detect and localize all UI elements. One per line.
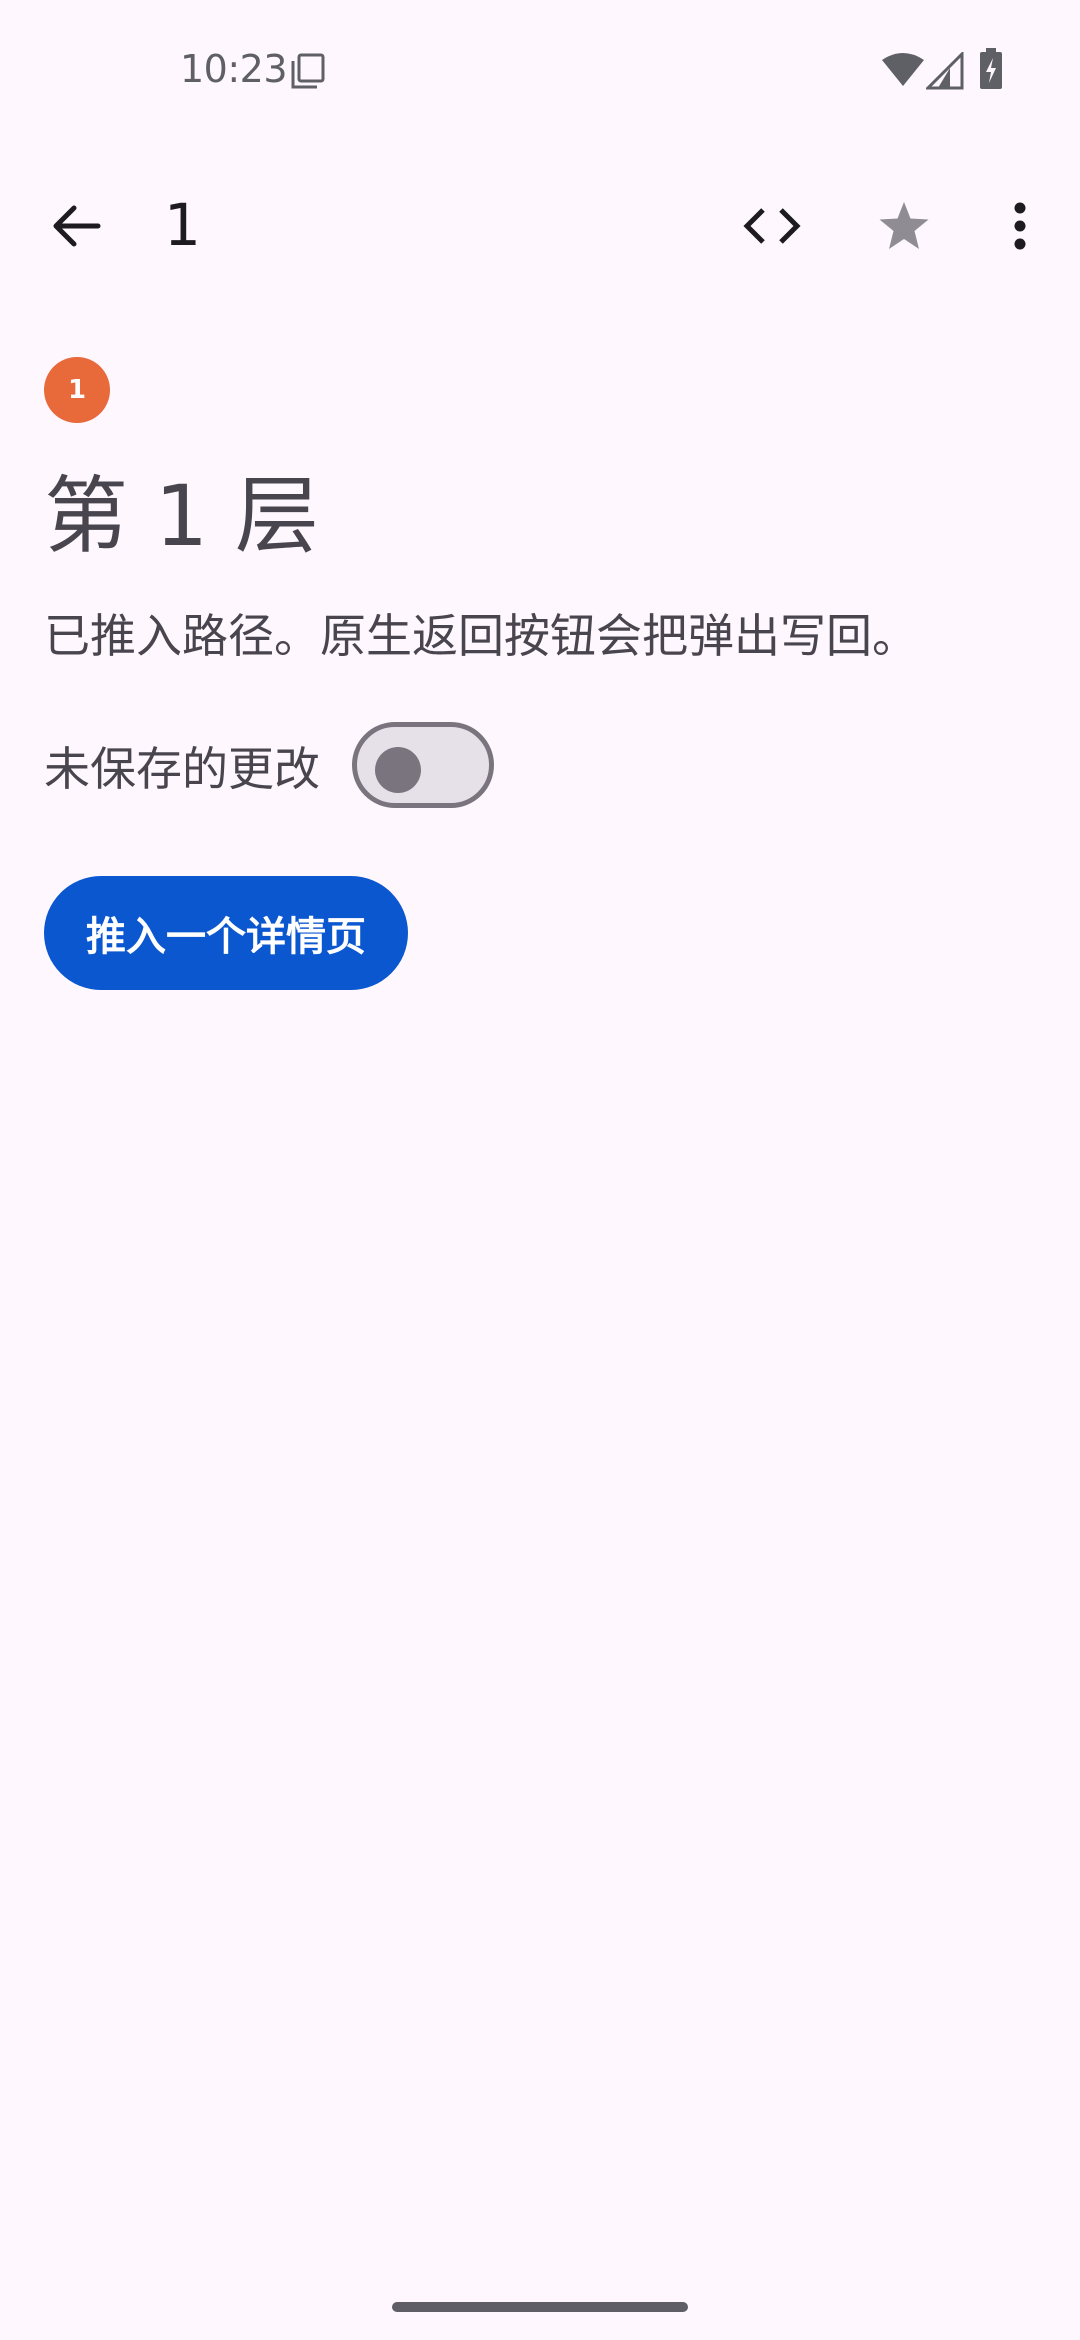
app-title: 1 (164, 191, 201, 259)
gesture-navigation-bar[interactable] (392, 2302, 688, 2312)
battery-charging-icon (980, 48, 1002, 89)
unsaved-changes-label: 未保存的更改 (44, 742, 320, 796)
signal-icon (926, 52, 964, 90)
code-button[interactable] (732, 186, 812, 266)
code-icon (743, 208, 801, 244)
more-vert-icon (1014, 202, 1026, 250)
push-detail-button[interactable]: 推入一个详情页 (44, 876, 408, 990)
back-arrow-icon (53, 205, 101, 247)
unsaved-changes-switch[interactable] (352, 722, 494, 808)
level-heading: 第 1 层 (44, 467, 319, 565)
screen: 10:23 1 1 第 1 层 已推入路径。原生返回按钮会把弹出写回。 未保存的… (0, 0, 1080, 2340)
top-app-bar: 1 (0, 160, 1080, 290)
status-time: 10:23 (180, 47, 288, 91)
star-icon (879, 202, 929, 249)
back-button[interactable] (36, 186, 116, 266)
switch-thumb (375, 747, 421, 793)
description-text: 已推入路径。原生返回按钮会把弹出写回。 (44, 609, 918, 663)
wifi-icon (882, 53, 924, 86)
favorite-button[interactable] (864, 186, 944, 266)
copy-icon (291, 53, 325, 89)
more-options-button[interactable] (980, 186, 1060, 266)
level-badge: 1 (44, 357, 110, 423)
status-bar: 10:23 (0, 0, 1080, 140)
